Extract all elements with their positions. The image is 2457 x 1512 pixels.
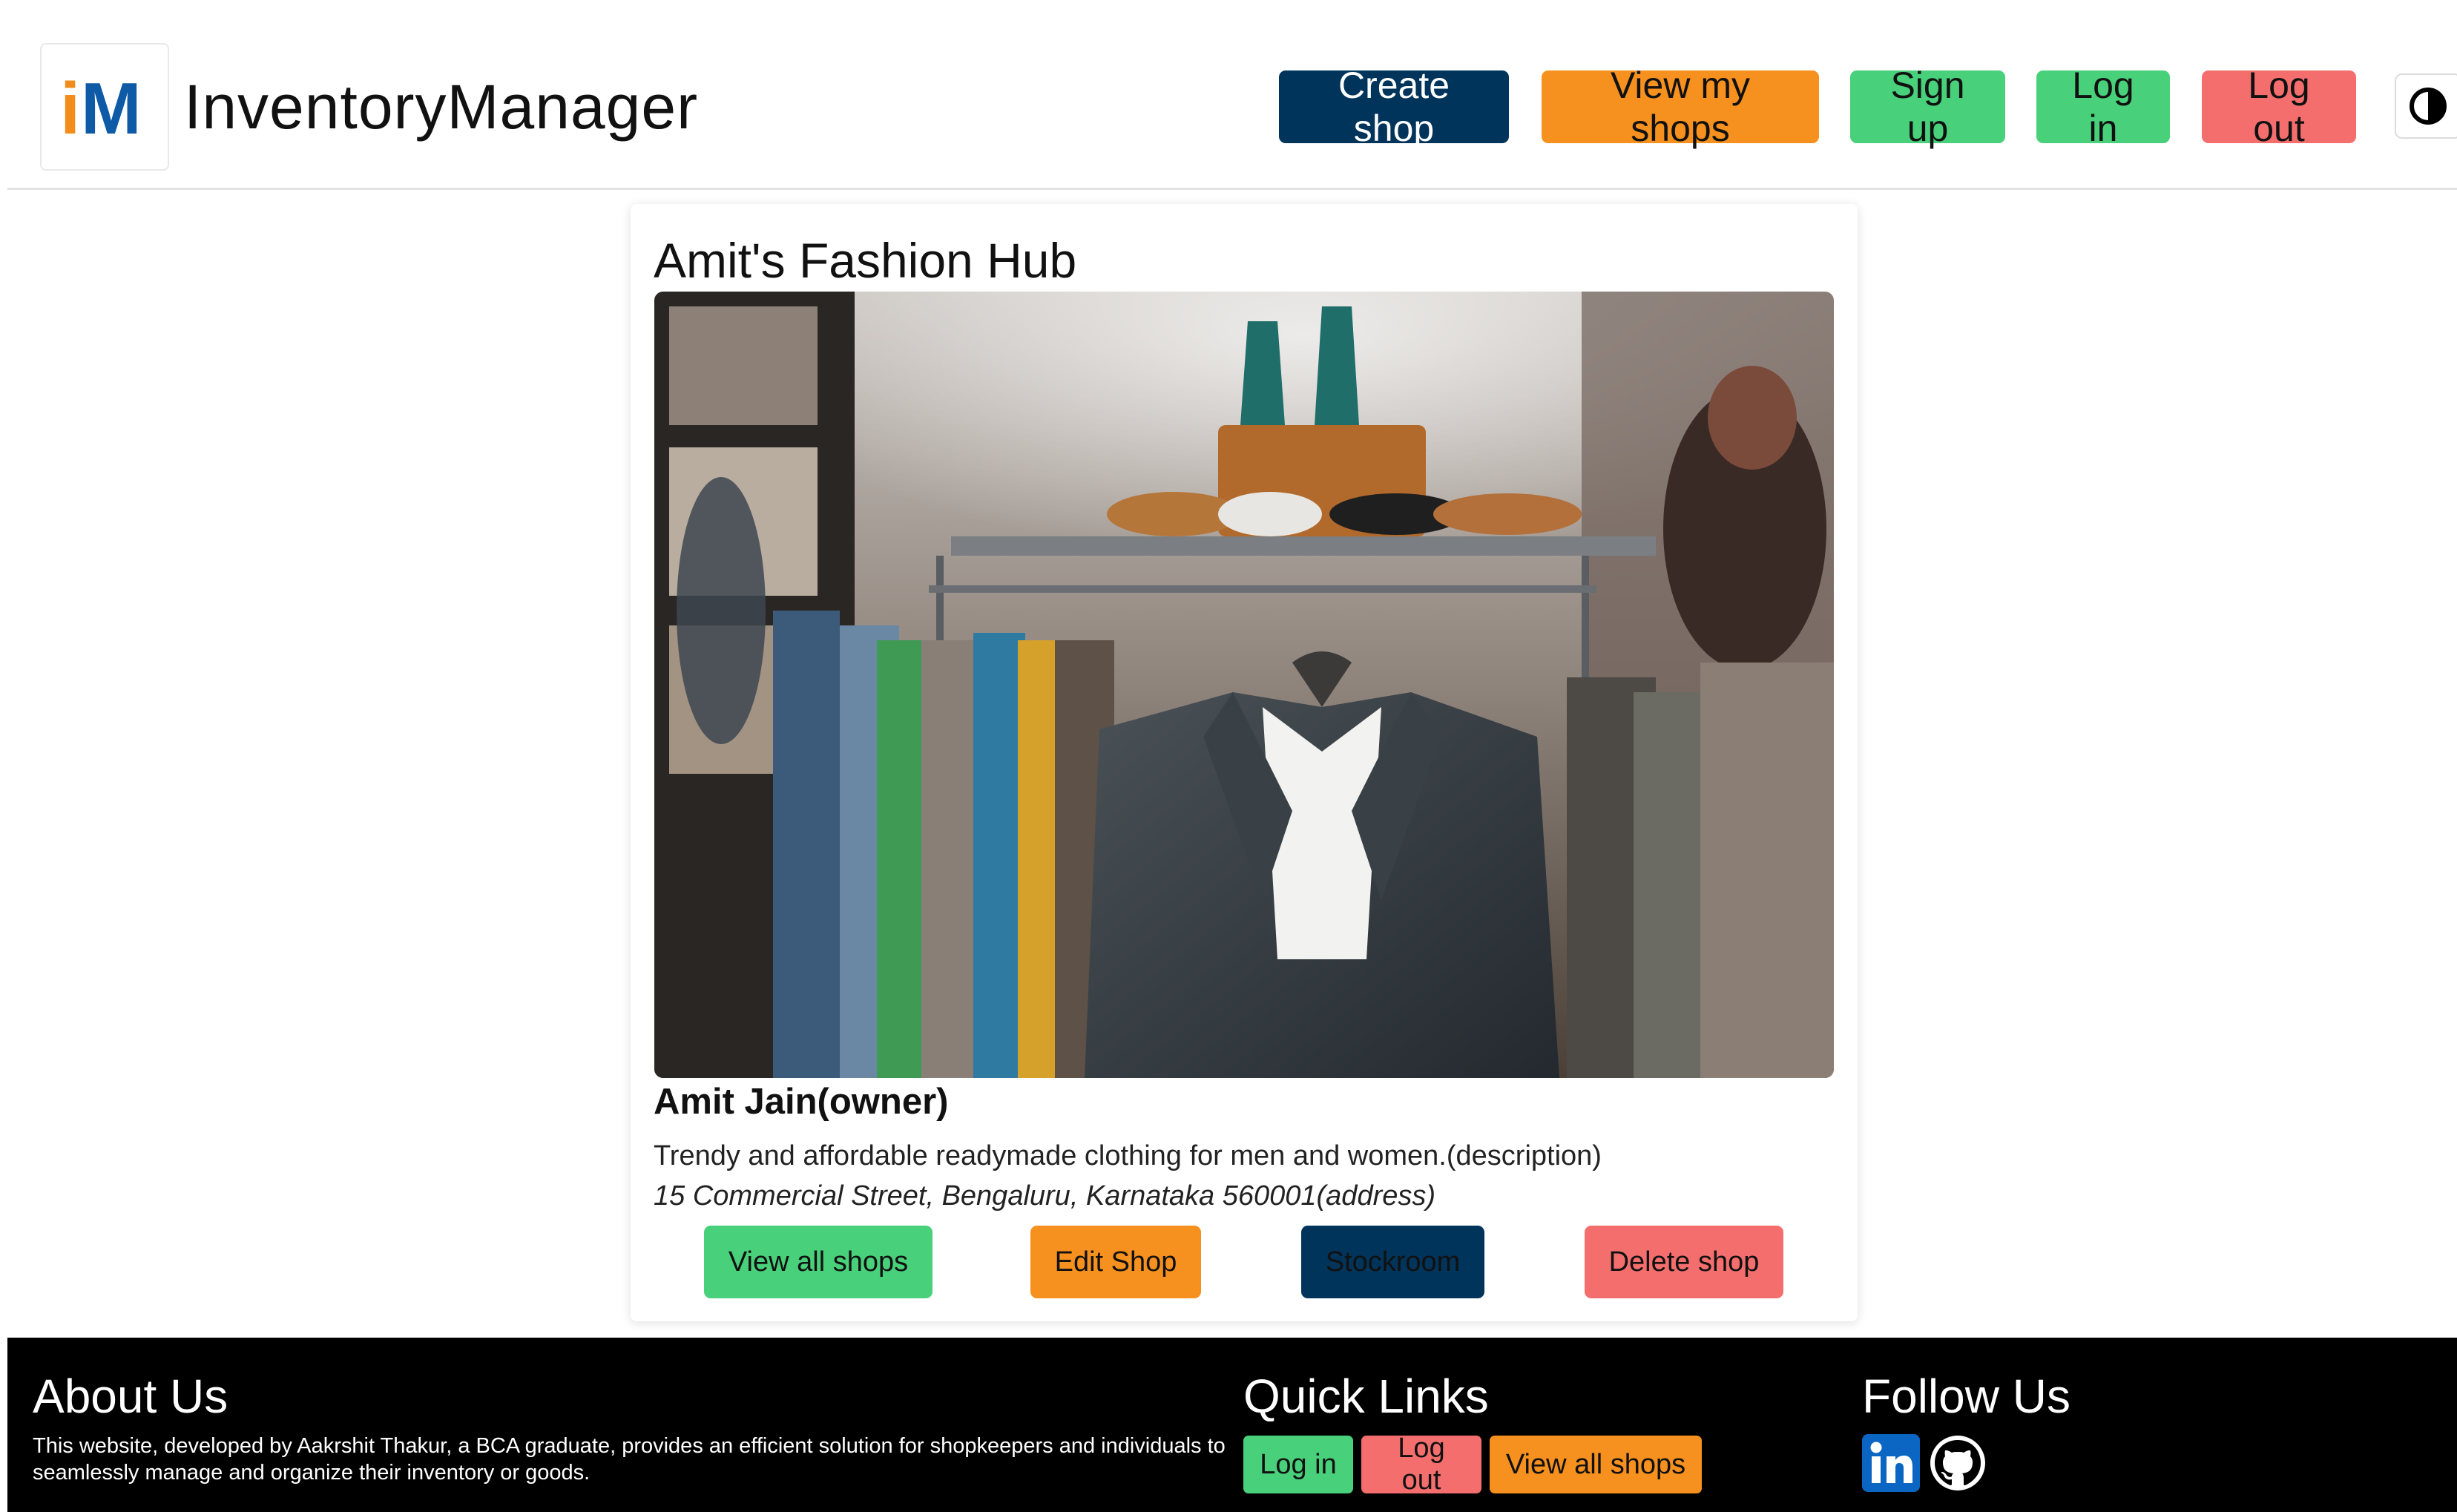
footer-view-all-shops-button[interactable]: View all shops	[1490, 1436, 1702, 1493]
footer-log-in-button[interactable]: Log in	[1243, 1436, 1353, 1493]
sign-up-button[interactable]: Sign up	[1850, 65, 2005, 149]
shop-address: 15 Commercial Street, Bengaluru, Karnata…	[654, 1180, 1436, 1212]
create-shop-button[interactable]: Create shop	[1279, 65, 1509, 149]
github-icon[interactable]	[1929, 1434, 1987, 1492]
brand-name[interactable]: InventoryManager	[184, 71, 698, 143]
log-in-button[interactable]: Log in	[2036, 65, 2170, 149]
view-my-shops-button[interactable]: View my shops	[1542, 65, 1819, 149]
contrast-icon	[2410, 88, 2447, 125]
quick-links-heading: Quick Links	[1243, 1370, 1489, 1423]
shop-description: Trendy and affordable readymade clothing…	[654, 1140, 1602, 1171]
logo-letter-i: i	[60, 74, 80, 139]
stockroom-button[interactable]: Stockroom	[1301, 1226, 1484, 1298]
navbar: i M InventoryManager Create shop View my…	[7, 0, 2457, 190]
edit-shop-button[interactable]: Edit Shop	[1030, 1226, 1201, 1298]
footer: About Us This website, developed by Aakr…	[7, 1338, 2457, 1512]
shop-image	[654, 292, 1834, 1078]
theme-toggle-button[interactable]	[2395, 73, 2457, 139]
linkedin-icon[interactable]	[1862, 1434, 1920, 1492]
view-all-shops-button[interactable]: View all shops	[704, 1226, 933, 1298]
about-us-heading: About Us	[33, 1370, 228, 1423]
about-us-text: This website, developed by Aakrshit Thak…	[33, 1434, 1226, 1485]
clothing-store-photo	[654, 292, 1834, 1078]
shop-card: Amit's Fashion Hub Amit Jain(owner) Tren…	[631, 204, 1858, 1321]
shop-owner: Amit Jain(owner)	[654, 1082, 949, 1122]
logo-letter-m: M	[81, 74, 142, 139]
shop-title: Amit's Fashion Hub	[654, 233, 1077, 288]
brand-logo[interactable]: i M	[40, 43, 169, 171]
follow-us-heading: Follow Us	[1862, 1370, 2070, 1423]
footer-log-out-button[interactable]: Log out	[1361, 1433, 1481, 1496]
logo-icon: i M	[60, 74, 142, 139]
log-out-button[interactable]: Log out	[2202, 65, 2356, 149]
delete-shop-button[interactable]: Delete shop	[1585, 1226, 1783, 1298]
brand[interactable]: i M InventoryManager	[40, 43, 698, 171]
